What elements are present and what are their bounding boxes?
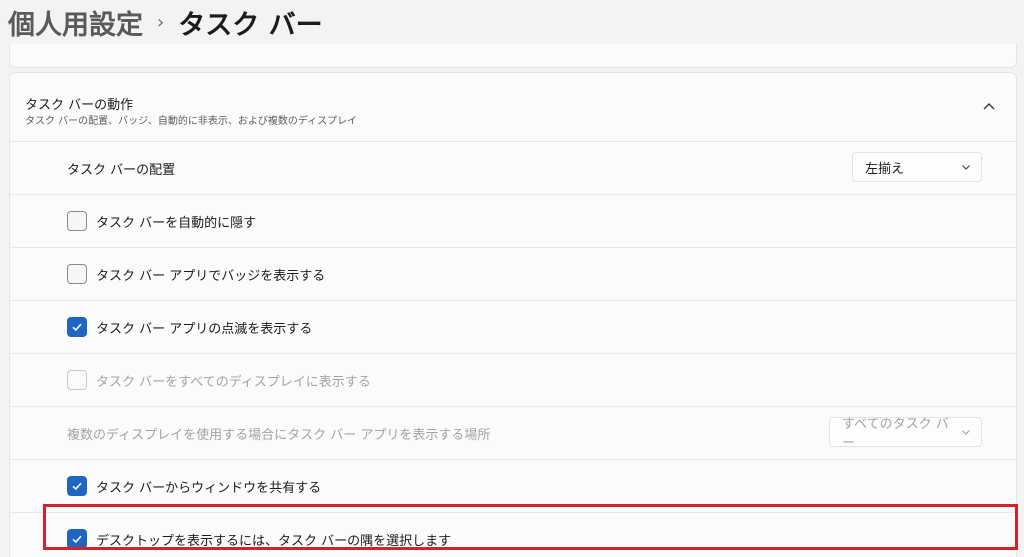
share-window-label: タスク バーからウィンドウを共有する	[96, 480, 322, 496]
taskbar-alignment-row: タスク バーの配置 左揃え	[10, 142, 1016, 195]
all-displays-row: タスク バーをすべてのディスプレイに表示する	[10, 354, 1016, 407]
badges-row[interactable]: タスク バー アプリでバッジを表示する	[10, 248, 1016, 301]
chevron-up-icon[interactable]	[982, 99, 996, 113]
section-title: タスク バーの動作	[25, 98, 134, 113]
flashing-label: タスク バー アプリの点滅を表示する	[96, 321, 313, 337]
section-subtitle: タスク バーの配置、バッジ、自動的に非表示、および複数のディスプレイ	[25, 116, 358, 127]
checkmark-icon	[72, 323, 82, 332]
taskbar-alignment-label: タスク バーの配置	[67, 162, 176, 178]
chevron-down-icon	[962, 165, 970, 170]
corner-desktop-label: デスクトップを表示するには、タスク バーの隅を選択します	[96, 533, 452, 549]
auto-hide-row[interactable]: タスク バーを自動的に隠す	[10, 195, 1016, 248]
flashing-row[interactable]: タスク バー アプリの点滅を表示する	[10, 301, 1016, 354]
taskbar-alignment-value: 左揃え	[865, 161, 905, 177]
share-window-checkbox[interactable]	[67, 476, 87, 496]
checkmark-icon	[72, 535, 82, 544]
page-title: タスク バー	[178, 9, 323, 41]
badges-label: タスク バー アプリでバッジを表示する	[96, 268, 326, 284]
section-header[interactable]: タスク バーの動作 タスク バーの配置、バッジ、自動的に非表示、および複数のディ…	[10, 73, 1016, 142]
auto-hide-checkbox[interactable]	[67, 211, 87, 231]
taskbar-alignment-dropdown[interactable]: 左揃え	[852, 152, 982, 182]
checkmark-icon	[72, 482, 82, 491]
multi-display-row: 複数のディスプレイを使用する場合にタスク バー アプリを表示する場所 すべてのタ…	[10, 407, 1016, 460]
corner-desktop-row[interactable]: デスクトップを表示するには、タスク バーの隅を選択します	[10, 513, 1016, 557]
breadcrumb-separator: ›	[157, 11, 165, 33]
breadcrumb-parent[interactable]: 個人用設定	[8, 3, 143, 42]
multi-display-label: 複数のディスプレイを使用する場合にタスク バー アプリを表示する場所	[67, 427, 491, 443]
share-window-row[interactable]: タスク バーからウィンドウを共有する	[10, 460, 1016, 513]
corner-desktop-checkbox[interactable]	[67, 529, 87, 549]
all-displays-label: タスク バーをすべてのディスプレイに表示する	[96, 374, 371, 390]
all-displays-checkbox	[67, 370, 87, 390]
flashing-checkbox[interactable]	[67, 317, 87, 337]
multi-display-dropdown: すべてのタスク バー	[829, 417, 982, 451]
previous-section-card	[9, 44, 1017, 68]
breadcrumb: 個人用設定 › タスク バー	[8, 0, 323, 44]
taskbar-behaviors-section: タスク バーの動作 タスク バーの配置、バッジ、自動的に非表示、および複数のディ…	[9, 72, 1017, 557]
multi-display-value: すべてのタスク バー	[842, 417, 949, 451]
auto-hide-label: タスク バーを自動的に隠す	[96, 215, 257, 231]
badges-checkbox[interactable]	[67, 264, 87, 284]
chevron-down-icon	[962, 430, 970, 435]
